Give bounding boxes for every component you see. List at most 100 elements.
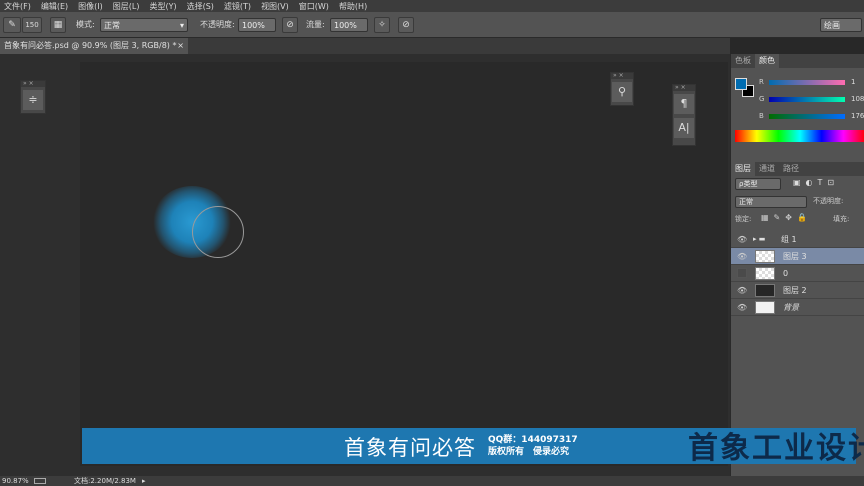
- blend-mode-select[interactable]: 正常: [735, 196, 807, 208]
- banner-qq: QQ群：144097317: [488, 435, 578, 445]
- mini-panel-header[interactable]: » ×: [673, 85, 695, 91]
- document-tab-title: 首象有问必答.psd @ 90.9% (图层 3, RGB/8) *: [4, 41, 177, 50]
- document-tab-bar: 首象有问必答.psd @ 90.9% (图层 3, RGB/8) * ×: [0, 38, 730, 54]
- status-bar: 90.87% 文档:2.20M/2.83M ▸: [0, 476, 864, 486]
- banner-contact: QQ群：144097317 版权所有 侵录必究: [488, 434, 578, 458]
- channel-b-slider[interactable]: [769, 114, 845, 119]
- lock-label: 锁定:: [735, 215, 752, 223]
- layers-panel-tabs: 图层 通道 路径: [731, 162, 864, 176]
- blend-mode-value: 正常: [739, 198, 753, 206]
- layer-row-group1[interactable]: 👁 ▸ ▬ 组 1: [731, 231, 864, 248]
- opacity-input[interactable]: 100%: [238, 18, 276, 32]
- layer-row-layer2[interactable]: 👁 图层 2: [731, 282, 864, 299]
- watermark-logo: 首象工业设计: [688, 431, 864, 466]
- folder-icon: ▸ ▬: [753, 235, 766, 243]
- layer-row-layer3[interactable]: 👁 图层 3: [731, 248, 864, 265]
- color-panel-tabs: 色板 颜色: [731, 54, 864, 68]
- tab-swatches[interactable]: 色板: [731, 54, 755, 68]
- eye-icon[interactable]: 👁: [737, 282, 747, 299]
- hidden-eye-box[interactable]: [737, 268, 747, 278]
- layer-name: 背景: [783, 303, 799, 312]
- eye-icon[interactable]: 👁: [737, 299, 747, 316]
- channel-r-label: R: [759, 78, 764, 86]
- menu-help[interactable]: 帮助(H): [339, 1, 367, 12]
- menu-edit[interactable]: 编辑(E): [41, 1, 68, 12]
- layer-filter-select[interactable]: ρ类型: [735, 178, 781, 190]
- brush-cursor: [192, 206, 244, 258]
- banner-rights: 版权所有 侵录必究: [488, 447, 570, 457]
- mode-select[interactable]: 正常 ▾: [100, 18, 188, 32]
- layer-filter-value: ρ类型: [739, 180, 758, 188]
- eye-icon[interactable]: 👁: [737, 248, 747, 265]
- tab-paths[interactable]: 路径: [779, 162, 803, 176]
- document-size: 文档:2.20M/2.83M: [74, 477, 136, 485]
- banner-brand: 首象有问必答: [344, 436, 476, 460]
- flow-value: 100%: [334, 21, 357, 30]
- opacity-value: 100%: [242, 21, 265, 30]
- mini-panel-text: » × ¶ A|: [672, 84, 696, 146]
- opacity-label: 不透明度:: [200, 20, 235, 29]
- tab-channels[interactable]: 通道: [755, 162, 779, 176]
- tab-layers[interactable]: 图层: [731, 162, 755, 176]
- pressure-size-icon[interactable]: ⊘: [398, 17, 414, 33]
- channel-g-slider[interactable]: [769, 97, 845, 102]
- mini-panel-tools: » × ≑: [20, 80, 46, 114]
- menu-type[interactable]: 类型(Y): [149, 1, 176, 12]
- status-export-icon[interactable]: [34, 478, 46, 484]
- flow-label: 流量:: [306, 20, 325, 29]
- pressure-opacity-icon[interactable]: ⊘: [282, 17, 298, 33]
- mini-panel-header[interactable]: » ×: [611, 73, 633, 79]
- channel-g-label: G: [759, 95, 765, 103]
- brush-panel-toggle-icon[interactable]: ▦: [50, 17, 66, 33]
- layer-name: 组 1: [781, 235, 797, 244]
- fill-label: 填充:: [833, 215, 850, 223]
- channel-b-label: B: [759, 112, 764, 120]
- options-bar: ✎ 150 ▦ 模式: 正常 ▾ 不透明度: 100% ⊘ 流量: 100% ✧ …: [0, 12, 864, 38]
- layer-thumbnail: [755, 301, 775, 314]
- layer-opacity-label: 不透明度:: [813, 197, 844, 205]
- layer-name: 图层 2: [783, 286, 807, 295]
- channel-b-value[interactable]: 176: [851, 112, 864, 120]
- layer-name: 0: [783, 269, 789, 278]
- workspace-label: 绘画: [824, 21, 840, 30]
- airbrush-icon[interactable]: ✧: [374, 17, 390, 33]
- brush-tool-icon[interactable]: ✎: [3, 17, 21, 33]
- menu-filter[interactable]: 滤镜(T): [224, 1, 251, 12]
- brush-size-picker[interactable]: 150: [22, 17, 42, 33]
- close-icon[interactable]: ×: [177, 38, 184, 54]
- layer-row-background[interactable]: 👁 背景: [731, 299, 864, 316]
- mode-label: 模式:: [76, 20, 95, 29]
- status-menu-arrow-icon[interactable]: ▸: [142, 476, 146, 486]
- menu-window[interactable]: 窗口(W): [299, 1, 329, 12]
- color-spectrum-bar[interactable]: [735, 130, 864, 142]
- channel-r-value[interactable]: 1: [851, 78, 855, 86]
- workspace-switcher[interactable]: 绘画: [820, 18, 862, 32]
- chevron-down-icon: ▾: [179, 21, 184, 30]
- tab-color[interactable]: 颜色: [755, 54, 779, 68]
- layer-filter-icons[interactable]: ▣◐T⊡: [793, 178, 839, 187]
- channel-r-slider[interactable]: [769, 80, 845, 85]
- paragraph-icon[interactable]: ¶: [674, 94, 694, 114]
- flow-input[interactable]: 100%: [330, 18, 368, 32]
- channel-g-value[interactable]: 108: [851, 95, 864, 103]
- menu-file[interactable]: 文件(F): [4, 1, 31, 12]
- mini-panel-header[interactable]: » ×: [21, 81, 45, 87]
- lock-icons[interactable]: ▦✎✥🔒: [761, 213, 812, 222]
- menu-select[interactable]: 选择(S): [187, 1, 214, 12]
- menu-view[interactable]: 视图(V): [261, 1, 289, 12]
- character-icon[interactable]: A|: [674, 118, 694, 138]
- menu-bar: 文件(F) 编辑(E) 图像(I) 图层(L) 类型(Y) 选择(S) 滤镜(T…: [0, 0, 864, 12]
- brush-size-value: 150: [25, 21, 39, 29]
- layer-row-0[interactable]: 0: [731, 265, 864, 282]
- menu-layer[interactable]: 图层(L): [113, 1, 140, 12]
- brush-settings-icon[interactable]: ≑: [23, 90, 43, 110]
- layer-thumbnail: [755, 284, 775, 297]
- foreground-color-swatch-top: [735, 78, 747, 90]
- document-tab[interactable]: 首象有问必答.psd @ 90.9% (图层 3, RGB/8) * ×: [0, 38, 188, 54]
- mini-panel-history: » × ⚲: [610, 72, 634, 106]
- brush-presets-icon[interactable]: ⚲: [612, 82, 632, 102]
- eye-icon[interactable]: 👁: [737, 231, 747, 248]
- menu-image[interactable]: 图像(I): [78, 1, 103, 12]
- document-canvas[interactable]: [80, 62, 728, 466]
- zoom-level[interactable]: 90.87%: [2, 476, 29, 486]
